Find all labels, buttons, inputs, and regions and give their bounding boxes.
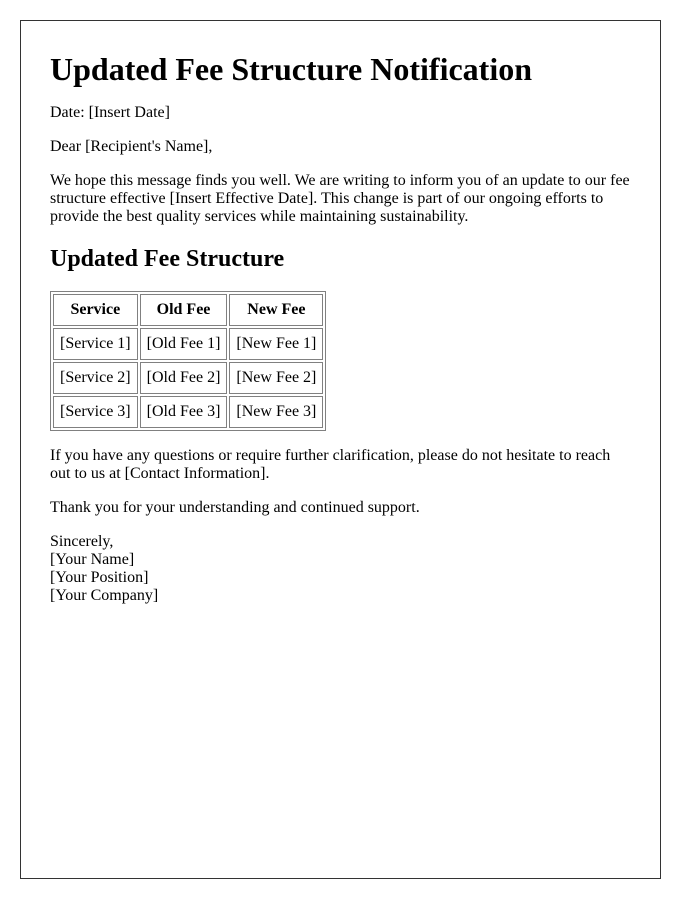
fee-table: Service Old Fee New Fee [Service 1] [Old…: [50, 291, 327, 431]
signature-position: [Your Position]: [50, 569, 149, 586]
new-fee-cell: [New Fee 2]: [229, 362, 324, 394]
table-row: [Service 3] [Old Fee 3] [New Fee 3]: [53, 396, 324, 428]
salutation: Dear [Recipient's Name],: [50, 138, 213, 155]
table-header-row: Service Old Fee New Fee: [53, 294, 324, 326]
table-row: [Service 2] [Old Fee 2] [New Fee 2]: [53, 362, 324, 394]
service-cell: [Service 3]: [53, 396, 138, 428]
new-fee-cell: [New Fee 1]: [229, 328, 324, 360]
signature-block: Sincerely, [Your Name] [Your Position] […: [50, 533, 631, 605]
new-fee-cell: [New Fee 3]: [229, 396, 324, 428]
signature-closing: Sincerely,: [50, 533, 114, 550]
intro-paragraph: We hope this message finds you well. We …: [50, 172, 630, 225]
contact-paragraph: If you have any questions or require fur…: [50, 447, 611, 482]
old-fee-cell: [Old Fee 2]: [139, 362, 228, 394]
page-title: Updated Fee Structure Notification: [50, 51, 532, 87]
document-content: Updated Fee Structure Notification Date:…: [21, 51, 660, 605]
document-page: Updated Fee Structure Notification Date:…: [20, 20, 661, 879]
signature-company: [Your Company]: [50, 587, 159, 604]
section-heading: Updated Fee Structure: [50, 246, 285, 272]
old-fee-cell: [Old Fee 1]: [139, 328, 228, 360]
service-cell: [Service 2]: [53, 362, 138, 394]
date-line: Date: [Insert Date]: [50, 104, 170, 121]
service-cell: [Service 1]: [53, 328, 138, 360]
old-fee-cell: [Old Fee 3]: [139, 396, 228, 428]
signature-name: [Your Name]: [50, 551, 135, 568]
column-header-service: Service: [53, 294, 138, 326]
thanks-paragraph: Thank you for your understanding and con…: [50, 499, 420, 516]
column-header-new-fee: New Fee: [229, 294, 324, 326]
table-row: [Service 1] [Old Fee 1] [New Fee 1]: [53, 328, 324, 360]
column-header-old-fee: Old Fee: [139, 294, 228, 326]
